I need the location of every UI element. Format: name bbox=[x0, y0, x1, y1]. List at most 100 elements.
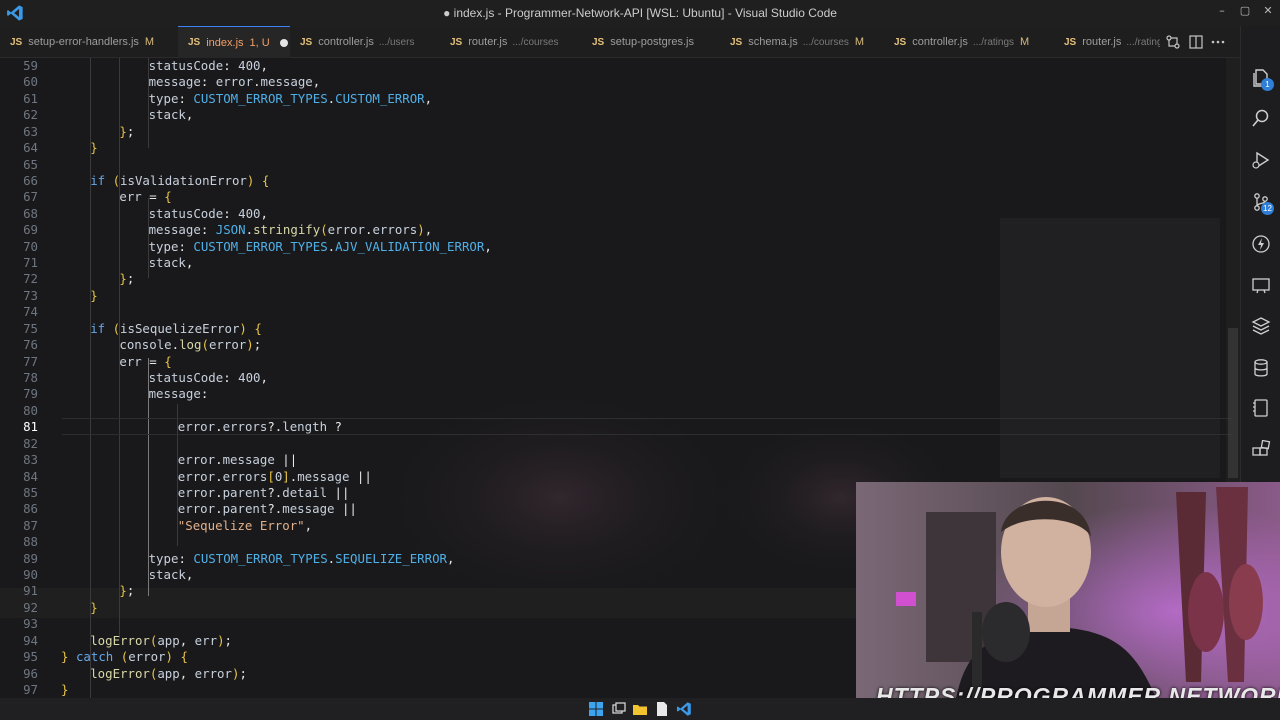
code-line[interactable]: 71 stack, bbox=[0, 255, 1230, 271]
source-control-badge: 12 bbox=[1261, 202, 1274, 215]
code-line[interactable]: 67 err = { bbox=[0, 189, 1230, 205]
code-line[interactable]: 68 statusCode: 400, bbox=[0, 206, 1230, 222]
line-number: 86 bbox=[23, 501, 38, 517]
task-view-icon[interactable] bbox=[611, 701, 627, 717]
tab-path: .../users bbox=[378, 36, 415, 48]
tab-label: schema.js bbox=[748, 36, 798, 48]
line-number: 59 bbox=[23, 58, 38, 73]
tab-index-js[interactable]: JS index.js 1, U bbox=[178, 26, 290, 58]
line-number: 96 bbox=[23, 665, 38, 681]
line-code: "Sequelize Error", bbox=[177, 517, 313, 533]
tab-label: router.js bbox=[1082, 36, 1122, 48]
code-line[interactable]: 59 statusCode: 400, bbox=[0, 58, 1230, 74]
code-line[interactable]: 60 message: error.message, bbox=[0, 74, 1230, 90]
code-line[interactable]: 63}; bbox=[0, 124, 1230, 140]
code-line[interactable]: 78 statusCode: 400, bbox=[0, 370, 1230, 386]
line-number: 62 bbox=[23, 107, 38, 123]
tab-schema-courses[interactable]: JS schema.js .../courses M bbox=[716, 26, 880, 58]
line-code: } bbox=[61, 681, 69, 697]
vscode-taskbar-icon[interactable] bbox=[676, 701, 692, 717]
tab-controller-ratings[interactable]: JS controller.js .../ratings M bbox=[880, 26, 1050, 58]
code-line[interactable]: 70 type: CUSTOM_ERROR_TYPES.AJV_VALIDATIO… bbox=[0, 239, 1230, 255]
code-line[interactable]: 80 bbox=[0, 403, 1230, 419]
code-line[interactable]: 83 error.message || bbox=[0, 452, 1230, 468]
js-file-icon: JS bbox=[450, 36, 463, 48]
start-icon[interactable] bbox=[588, 701, 604, 717]
tab-controller-users[interactable]: JS controller.js .../users bbox=[290, 26, 436, 58]
line-number: 83 bbox=[23, 452, 38, 468]
tab-label: setup-error-handlers.js bbox=[28, 36, 139, 48]
line-code: message: error.message, bbox=[148, 74, 321, 90]
tab-status: 1, U bbox=[249, 36, 270, 49]
search-icon[interactable] bbox=[1251, 108, 1271, 128]
notepad-icon[interactable] bbox=[654, 701, 670, 717]
line-number: 74 bbox=[23, 304, 38, 320]
database-icon[interactable] bbox=[1251, 358, 1271, 378]
code-line[interactable]: 82 bbox=[0, 436, 1230, 452]
file-explorer-icon[interactable] bbox=[632, 701, 648, 717]
tab-path: .../ratings bbox=[1126, 36, 1160, 48]
unsaved-dot-icon[interactable] bbox=[279, 38, 288, 47]
line-number: 84 bbox=[23, 468, 38, 484]
notebook-icon[interactable] bbox=[1251, 398, 1271, 418]
line-code: stack, bbox=[148, 255, 194, 271]
line-code: statusCode: 400, bbox=[148, 58, 268, 73]
line-number: 61 bbox=[23, 90, 38, 106]
code-line[interactable]: 64} bbox=[0, 140, 1230, 156]
code-line[interactable]: 62 stack, bbox=[0, 107, 1230, 123]
tab-label: controller.js bbox=[318, 36, 374, 48]
split-editor-icon[interactable] bbox=[1189, 35, 1203, 49]
line-code: error.parent?.message || bbox=[177, 501, 357, 517]
window-title: ● index.js - Programmer-Network-API [WSL… bbox=[443, 6, 837, 20]
line-code: error.message || bbox=[177, 452, 298, 468]
tab-setup-error-handlers[interactable]: JS setup-error-handlers.js M bbox=[0, 26, 178, 58]
code-line[interactable]: 61 type: CUSTOM_ERROR_TYPES.CUSTOM_ERROR, bbox=[0, 91, 1230, 107]
line-number: 81 bbox=[23, 419, 38, 435]
line-number: 87 bbox=[23, 517, 38, 533]
js-file-icon: JS bbox=[1064, 36, 1077, 48]
line-code: stack, bbox=[148, 567, 194, 583]
extensions-icon[interactable] bbox=[1251, 440, 1271, 460]
title-bar: ● index.js - Programmer-Network-API [WSL… bbox=[0, 0, 1280, 26]
maximize-button[interactable]: ▢ bbox=[1233, 4, 1257, 17]
code-line[interactable]: 75 if (isSequelizeError) { bbox=[0, 321, 1230, 337]
more-actions-icon[interactable] bbox=[1211, 35, 1225, 49]
line-code: err = { bbox=[119, 353, 172, 369]
line-number: 73 bbox=[23, 287, 38, 303]
js-file-icon: JS bbox=[592, 36, 605, 48]
code-line[interactable]: 66 if (isValidationError) { bbox=[0, 173, 1230, 189]
compare-changes-icon[interactable] bbox=[1166, 35, 1180, 49]
code-line[interactable]: 69 message: JSON.stringify(error.errors), bbox=[0, 222, 1230, 238]
code-line[interactable]: 73} bbox=[0, 288, 1230, 304]
line-code: logError(app, error); bbox=[90, 665, 247, 681]
code-line[interactable]: 72}; bbox=[0, 271, 1230, 287]
tab-router-courses[interactable]: JS router.js .../courses bbox=[436, 26, 580, 58]
line-number: 65 bbox=[23, 156, 38, 172]
remote-explorer-icon[interactable] bbox=[1251, 276, 1271, 296]
layers-icon[interactable] bbox=[1251, 316, 1271, 336]
code-line[interactable]: 81 error.errors?.length ? bbox=[0, 419, 1230, 435]
scrollbar-thumb[interactable] bbox=[1228, 328, 1238, 478]
code-line[interactable]: 74 bbox=[0, 304, 1230, 320]
line-code: logError(app, err); bbox=[90, 632, 232, 648]
close-window-button[interactable]: ✕ bbox=[1256, 4, 1280, 17]
lightning-icon[interactable] bbox=[1251, 234, 1271, 254]
line-code: }; bbox=[119, 123, 135, 139]
tab-status: M bbox=[854, 36, 865, 48]
line-code: } bbox=[90, 140, 98, 156]
tab-setup-postgres[interactable]: JS setup-postgres.js bbox=[580, 26, 716, 58]
tab-router-ratings[interactable]: JS router.js .../ratings bbox=[1050, 26, 1160, 58]
code-line[interactable]: 76 console.log(error); bbox=[0, 337, 1230, 353]
run-debug-icon[interactable] bbox=[1251, 150, 1271, 170]
js-file-icon: JS bbox=[300, 36, 313, 48]
line-number: 85 bbox=[23, 484, 38, 500]
code-line[interactable]: 79 message: bbox=[0, 386, 1230, 402]
line-code: } bbox=[90, 287, 98, 303]
code-line[interactable]: 77 err = { bbox=[0, 354, 1230, 370]
taskbar bbox=[0, 698, 1280, 720]
webcam-overlay bbox=[856, 482, 1280, 698]
line-code: statusCode: 400, bbox=[148, 205, 268, 221]
minimize-button[interactable]: – bbox=[1210, 4, 1234, 17]
line-code: }; bbox=[119, 583, 135, 599]
code-line[interactable]: 65 bbox=[0, 157, 1230, 173]
